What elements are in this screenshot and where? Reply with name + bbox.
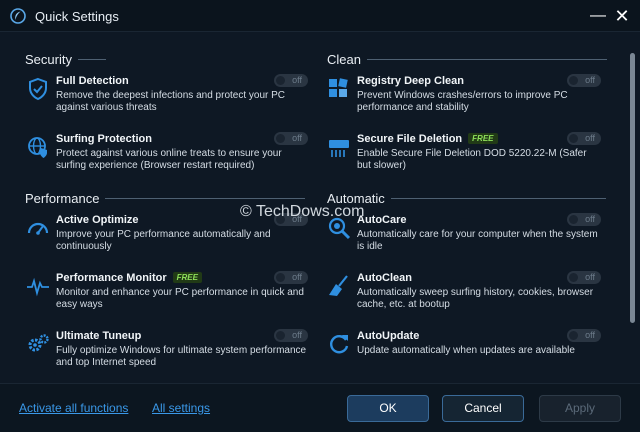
section-divider (77, 59, 106, 60)
shield-check-icon (29, 77, 47, 101)
toggle-state: off (292, 75, 302, 85)
minimize-button[interactable]: — (588, 6, 608, 26)
toggle-state: off (585, 272, 595, 282)
toggle-knob (569, 331, 578, 340)
item-description: Automatically sweep surfing history, coo… (357, 287, 594, 310)
toggle-knob (569, 76, 578, 85)
item-name-text: Secure File Deletion (357, 133, 463, 145)
title-bar: Quick Settings — ✕ (0, 0, 640, 32)
apply-button[interactable]: Apply (539, 395, 621, 422)
item-active-optimize: Active Optimize Improve your PC performa… (26, 213, 308, 266)
refresh-icon (330, 335, 349, 354)
toggle-knob (569, 134, 578, 143)
activate-all-functions-link[interactable]: Activate all functions (19, 401, 128, 415)
section-title: Clean (327, 52, 361, 67)
app-logo-icon (10, 8, 26, 24)
globe-shield-icon (28, 137, 47, 158)
section-title: Performance (25, 191, 100, 206)
item-autocare: AutoCare Automatically care for your com… (327, 213, 601, 266)
settings-content: Security Clean Performance Automatic Ful… (0, 33, 640, 383)
free-badge: FREE (172, 272, 202, 283)
item-surfing-protection: Surfing Protection Protect against vario… (26, 132, 308, 185)
item-name: Registry Deep Clean (357, 75, 464, 87)
footer-bar: Activate all functions All settings OK C… (0, 383, 640, 432)
item-description: Monitor and enhance your PC performance … (56, 287, 304, 310)
item-name-text: Performance Monitor (56, 272, 167, 284)
item-autoupdate: AutoUpdate Update automatically when upd… (327, 329, 601, 382)
section-security: Security (25, 52, 106, 67)
toggle-state: off (292, 272, 302, 282)
cancel-button[interactable]: Cancel (442, 395, 524, 422)
ok-button[interactable]: OK (347, 395, 429, 422)
item-description: Enable Secure File Deletion DOD 5220.22-… (357, 148, 587, 171)
gears-icon (28, 334, 49, 352)
ultimate-tuneup-toggle[interactable]: off (274, 329, 308, 342)
speedometer-icon (27, 222, 49, 235)
all-settings-link[interactable]: All settings (152, 401, 210, 415)
section-title: Security (25, 52, 72, 67)
vertical-scrollbar[interactable] (630, 53, 635, 323)
item-name: Surfing Protection (56, 133, 152, 145)
toggle-knob (276, 76, 285, 85)
section-divider (366, 59, 607, 60)
window-title: Quick Settings (35, 9, 119, 24)
toggle-state: off (585, 214, 595, 224)
item-name: Performance Monitor FREE (56, 272, 202, 284)
item-description: Protect against various online treats to… (56, 148, 282, 171)
item-autoclean: AutoClean Automatically sweep surfing hi… (327, 271, 601, 324)
toggle-knob (276, 331, 285, 340)
surfing-protection-toggle[interactable]: off (274, 132, 308, 145)
item-name: Ultimate Tuneup (56, 330, 142, 342)
full-detection-toggle[interactable]: off (274, 74, 308, 87)
item-description: Update automatically when updates are av… (357, 345, 575, 356)
item-ultimate-tuneup: Ultimate Tuneup Fully optimize Windows f… (26, 329, 308, 382)
item-description: Automatically care for your computer whe… (357, 229, 598, 252)
shredder-icon (329, 140, 349, 157)
toggle-knob (569, 215, 578, 224)
item-description: Prevent Windows crashes/errors to improv… (357, 90, 568, 113)
toggle-state: off (585, 330, 595, 340)
toggle-knob (276, 273, 285, 282)
section-automatic: Automatic (327, 191, 606, 206)
registry-deep-clean-toggle[interactable]: off (567, 74, 601, 87)
item-name: Full Detection (56, 75, 129, 87)
toggle-state: off (292, 133, 302, 143)
toggle-knob (276, 134, 285, 143)
item-description: Improve your PC performance automaticall… (56, 229, 271, 252)
item-name: Active Optimize (56, 214, 139, 226)
autocare-toggle[interactable]: off (567, 213, 601, 226)
item-name: AutoClean (357, 272, 412, 284)
broom-icon (329, 275, 348, 296)
watermark: © TechDows.com (240, 203, 365, 220)
performance-monitor-toggle[interactable]: off (274, 271, 308, 284)
close-button[interactable]: ✕ (612, 6, 632, 26)
autoclean-toggle[interactable]: off (567, 271, 601, 284)
item-secure-file-deletion: Secure File Deletion FREE Enable Secure F… (327, 132, 601, 185)
item-registry-deep-clean: Registry Deep Clean Prevent Windows cras… (327, 74, 601, 127)
item-name: AutoCare (357, 214, 407, 226)
secure-file-deletion-toggle[interactable]: off (567, 132, 601, 145)
toggle-state: off (585, 75, 595, 85)
autoupdate-toggle[interactable]: off (567, 329, 601, 342)
free-badge: FREE (468, 133, 498, 144)
pulse-monitor-icon (27, 277, 49, 297)
toggle-state: off (292, 330, 302, 340)
item-name: AutoUpdate (357, 330, 420, 342)
item-description: Remove the deepest infections and protec… (56, 90, 286, 113)
item-full-detection: Full Detection Remove the deepest infect… (26, 74, 308, 127)
item-description: Fully optimize Windows for ultimate syst… (56, 345, 307, 368)
item-name: Secure File Deletion FREE (357, 133, 498, 145)
item-performance-monitor: Performance Monitor FREE Monitor and enha… (26, 271, 308, 324)
section-clean: Clean (327, 52, 607, 67)
toggle-knob (569, 273, 578, 282)
registry-blocks-icon (329, 78, 348, 97)
section-divider (390, 198, 606, 199)
toggle-state: off (585, 133, 595, 143)
section-divider (105, 198, 306, 199)
